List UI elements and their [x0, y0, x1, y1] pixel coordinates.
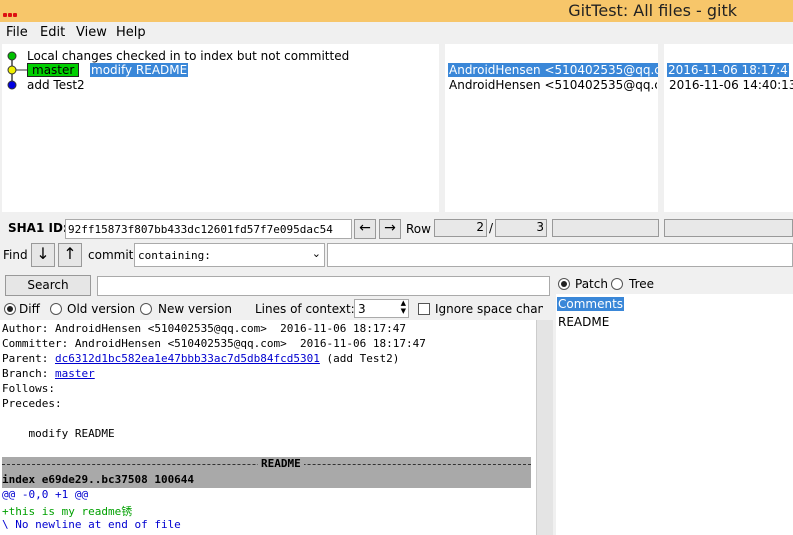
diff-file-header: README	[2, 457, 531, 472]
parent-subject: (add Test2)	[319, 352, 400, 365]
new-version-label: New version	[158, 302, 232, 316]
patch-label: Patch	[575, 277, 608, 291]
graph-node-add-test2[interactable]	[7, 80, 17, 90]
window-title: GitTest: All files - gitk	[568, 1, 737, 20]
diff-label: Diff	[19, 302, 40, 316]
diff-index-line-bg: index e69de29..bc37508 100644	[2, 472, 531, 488]
row-total: 3	[495, 219, 547, 237]
diff-scrollbar[interactable]	[536, 320, 553, 535]
commit-row-1[interactable]: modify README	[90, 63, 189, 77]
commit-date-1[interactable]: 2016-11-06 18:17:47	[667, 63, 793, 77]
file-item-comments[interactable]: Comments	[557, 297, 625, 311]
menu-view[interactable]: View	[76, 25, 107, 40]
diff-index-line: index e69de29..bc37508 100644	[2, 473, 195, 486]
branch-label: Branch:	[2, 367, 55, 380]
detail-author: Author: AndroidHensen <510402535@qq.com>…	[2, 322, 406, 335]
menu-help[interactable]: Help	[116, 25, 146, 40]
tree-label: Tree	[629, 277, 655, 291]
sha-row: SHA1 ID: 92ff15873f807bb433dc12601fd57f7…	[0, 216, 793, 242]
back-arrow-icon[interactable]: ←	[354, 219, 376, 239]
diff-radio[interactable]	[4, 303, 16, 315]
detail-parent: Parent: dc6312d1bc582ea1e47bbb33ac7d5db8…	[2, 352, 399, 365]
graph-node-local-changes[interactable]	[7, 51, 17, 61]
find-next-arrow-down-icon[interactable]: ↓	[31, 243, 55, 267]
sha-input[interactable]: 92ff15873f807bb433dc12601fd57f7e095dac54	[65, 219, 352, 239]
detail-follows: Follows:	[2, 382, 55, 395]
menu-file[interactable]: File	[6, 25, 28, 40]
parent-sha-link[interactable]: dc6312d1bc582ea1e47bbb33ac7d5db84fcd5301	[55, 352, 320, 365]
diff-file-name: README	[258, 457, 304, 470]
find-mode-select[interactable]: containing: ⌄	[134, 243, 325, 267]
row-current: 2	[434, 219, 487, 237]
old-version-label: Old version	[67, 302, 136, 316]
old-version-radio[interactable]	[50, 303, 62, 315]
find-label: Find	[3, 248, 28, 262]
commit-row-2[interactable]: add Test2	[27, 78, 85, 92]
commit-author-1[interactable]: AndroidHensen <510402535@qq.com>	[448, 63, 658, 77]
diff-hunk-header: @@ -0,0 +1 @@	[2, 488, 89, 501]
sha-label: SHA1 ID:	[8, 221, 68, 235]
commit-author-pane[interactable]: AndroidHensen <510402535@qq.com> Android…	[445, 44, 658, 212]
find-input[interactable]	[327, 243, 793, 267]
branch-link[interactable]: master	[55, 367, 95, 380]
detail-branch: Branch: master	[2, 367, 95, 380]
file-list-pane[interactable]: Comments README	[556, 294, 793, 535]
tree-radio[interactable]	[611, 278, 623, 290]
context-label: Lines of context:	[255, 302, 355, 316]
branch-tag-master[interactable]: master	[27, 63, 80, 77]
parent-label: Parent:	[2, 352, 55, 365]
row-separator: /	[489, 221, 494, 235]
new-version-radio[interactable]	[140, 303, 152, 315]
diff-no-newline: \ No newline at end of file	[2, 518, 181, 531]
commit-graph-pane[interactable]: Local changes checked in to index but no…	[2, 44, 439, 212]
commit-message: modify README	[2, 427, 115, 440]
find-row: Find ↓ ↑ commit containing: ⌄	[0, 242, 793, 270]
diff-added-line: +this is my readme锈	[2, 505, 133, 518]
ignore-space-checkbox[interactable]	[418, 303, 430, 315]
commit-date-pane[interactable]: 2016-11-06 18:17:47 2016-11-06 14:40:13	[664, 44, 793, 212]
find-type-label[interactable]: commit	[88, 248, 133, 262]
status-field	[664, 219, 793, 237]
spin-arrows-icon[interactable]: ▲ ▼	[401, 299, 406, 315]
title-bar: GitTest: All files - gitk	[0, 0, 793, 22]
row-label: Row	[406, 222, 431, 236]
diff-pane[interactable]: Author: AndroidHensen <510402535@qq.com>…	[0, 320, 536, 535]
menu-edit[interactable]: Edit	[40, 25, 65, 40]
progress-bar	[552, 219, 659, 237]
find-mode-value: containing:	[138, 249, 211, 262]
search-input[interactable]	[97, 276, 550, 296]
patch-radio[interactable]	[558, 278, 570, 290]
chevron-down-icon: ⌄	[311, 247, 321, 260]
menu-bar: File Edit View Help	[0, 22, 793, 42]
file-item-readme[interactable]: README	[558, 315, 609, 329]
commit-author-2[interactable]: AndroidHensen <510402535@qq.com>	[449, 78, 657, 92]
ignore-space-label: Ignore space change	[435, 302, 543, 316]
window-menu-icon[interactable]	[3, 6, 19, 17]
commit-row-0[interactable]: Local changes checked in to index but no…	[27, 49, 349, 63]
graph-node-head[interactable]	[7, 65, 17, 75]
search-button[interactable]: Search	[5, 275, 91, 296]
find-prev-arrow-up-icon[interactable]: ↑	[58, 243, 82, 267]
context-spinbox[interactable]: 3 ▲ ▼	[354, 299, 409, 318]
commit-date-2[interactable]: 2016-11-06 14:40:13	[669, 78, 793, 92]
context-value: 3	[358, 302, 366, 316]
forward-arrow-icon[interactable]: →	[379, 219, 401, 239]
detail-committer: Committer: AndroidHensen <510402535@qq.c…	[2, 337, 426, 350]
detail-precedes: Precedes:	[2, 397, 62, 410]
